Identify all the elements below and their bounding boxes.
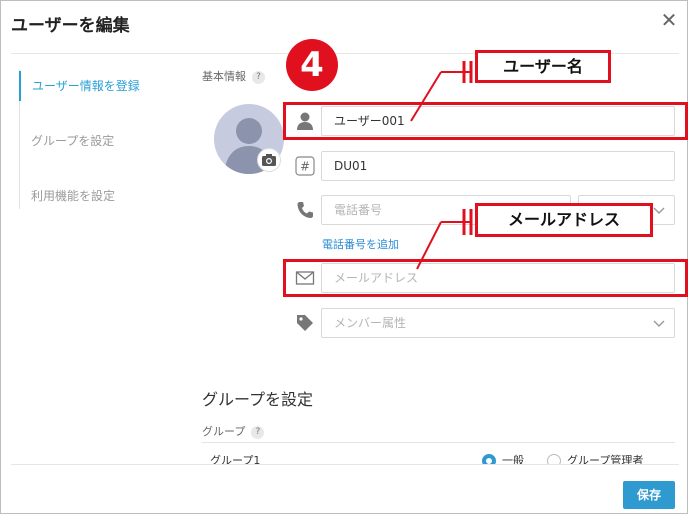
group-row: グループ1 一般 グループ管理者 — [202, 447, 675, 465]
edit-user-dialog: ユーザーを編集 ✕ ユーザー情報を登録 グループを設定 利用機能を設定 基本情報… — [0, 0, 688, 514]
group-section-heading: グループを設定 — [202, 390, 314, 409]
help-icon[interactable]: ? — [251, 426, 265, 439]
step-number-badge: 4 — [286, 39, 338, 91]
save-button[interactable]: 保存 — [623, 481, 675, 509]
group-divider — [202, 442, 675, 443]
callout-email: メールアドレス — [475, 203, 653, 237]
callout-username: ユーザー名 — [475, 50, 611, 83]
group-label-text: グループ — [202, 425, 246, 438]
footer-divider — [11, 464, 679, 465]
group-label: グループ? — [202, 423, 265, 439]
